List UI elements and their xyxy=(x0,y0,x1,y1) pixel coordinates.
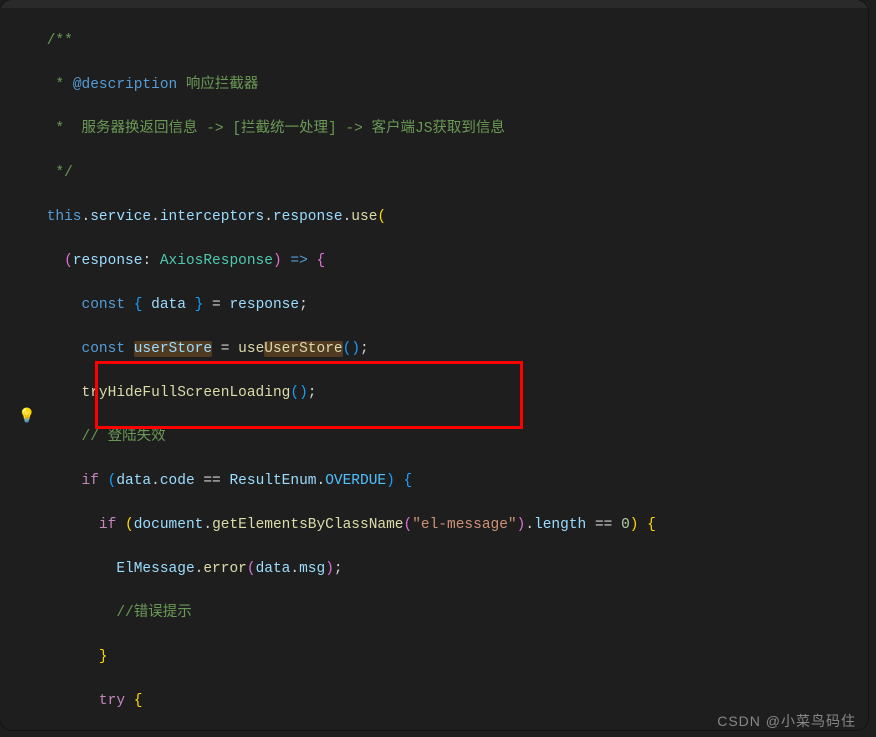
prop: interceptors xyxy=(160,209,264,225)
code-editor-window: 💡 /** * @description 响应拦截器 * 服务器换返回信息 ->… xyxy=(0,0,868,730)
lightbulb-icon[interactable]: 💡 xyxy=(18,408,32,422)
kw-const: const xyxy=(82,341,126,357)
fn: UserStore xyxy=(264,341,342,357)
kw-this: this xyxy=(47,209,82,225)
var: data xyxy=(116,473,151,489)
prop: service xyxy=(90,209,151,225)
var: ElMessage xyxy=(116,561,194,577)
kw-if: if xyxy=(99,517,116,533)
prop: response xyxy=(273,209,343,225)
method: getElementsByClassName xyxy=(212,517,403,533)
fn: tryHideFullScreenLoading xyxy=(82,385,291,401)
kw-if: if xyxy=(82,473,99,489)
enum-val: OVERDUE xyxy=(325,473,386,489)
var: document xyxy=(134,517,204,533)
method: error xyxy=(203,561,247,577)
var-userstore: userStore xyxy=(134,341,212,357)
comment-text: * @description 响应拦截器 xyxy=(47,77,259,93)
var: response xyxy=(229,297,299,313)
string: "el-message" xyxy=(412,517,516,533)
comment-text: // 登陆失效 xyxy=(82,429,166,445)
number: 0 xyxy=(621,517,630,533)
kw-try: try xyxy=(99,693,125,709)
method: use xyxy=(351,209,377,225)
watermark: CSDN @小菜鸟码住 xyxy=(717,711,856,731)
gutter: 💡 xyxy=(0,8,38,730)
enum: ResultEnum xyxy=(229,473,316,489)
prop: msg xyxy=(299,561,325,577)
prop: code xyxy=(160,473,195,489)
param: response xyxy=(73,253,143,269)
comment-text: * 服务器换返回信息 -> [拦截统一处理] -> 客户端JS获取到信息 xyxy=(47,121,505,137)
prop: length xyxy=(534,517,586,533)
comment-text: //错误提示 xyxy=(116,605,191,621)
comment-text: */ xyxy=(47,165,73,181)
code-area[interactable]: /** * @description 响应拦截器 * 服务器换返回信息 -> [… xyxy=(38,8,868,730)
comment-text: /** xyxy=(47,33,73,49)
fn: use xyxy=(238,341,264,357)
var: data xyxy=(151,297,186,313)
kw-const: const xyxy=(82,297,126,313)
type: AxiosResponse xyxy=(160,253,273,269)
titlebar xyxy=(0,0,868,8)
var: data xyxy=(256,561,291,577)
